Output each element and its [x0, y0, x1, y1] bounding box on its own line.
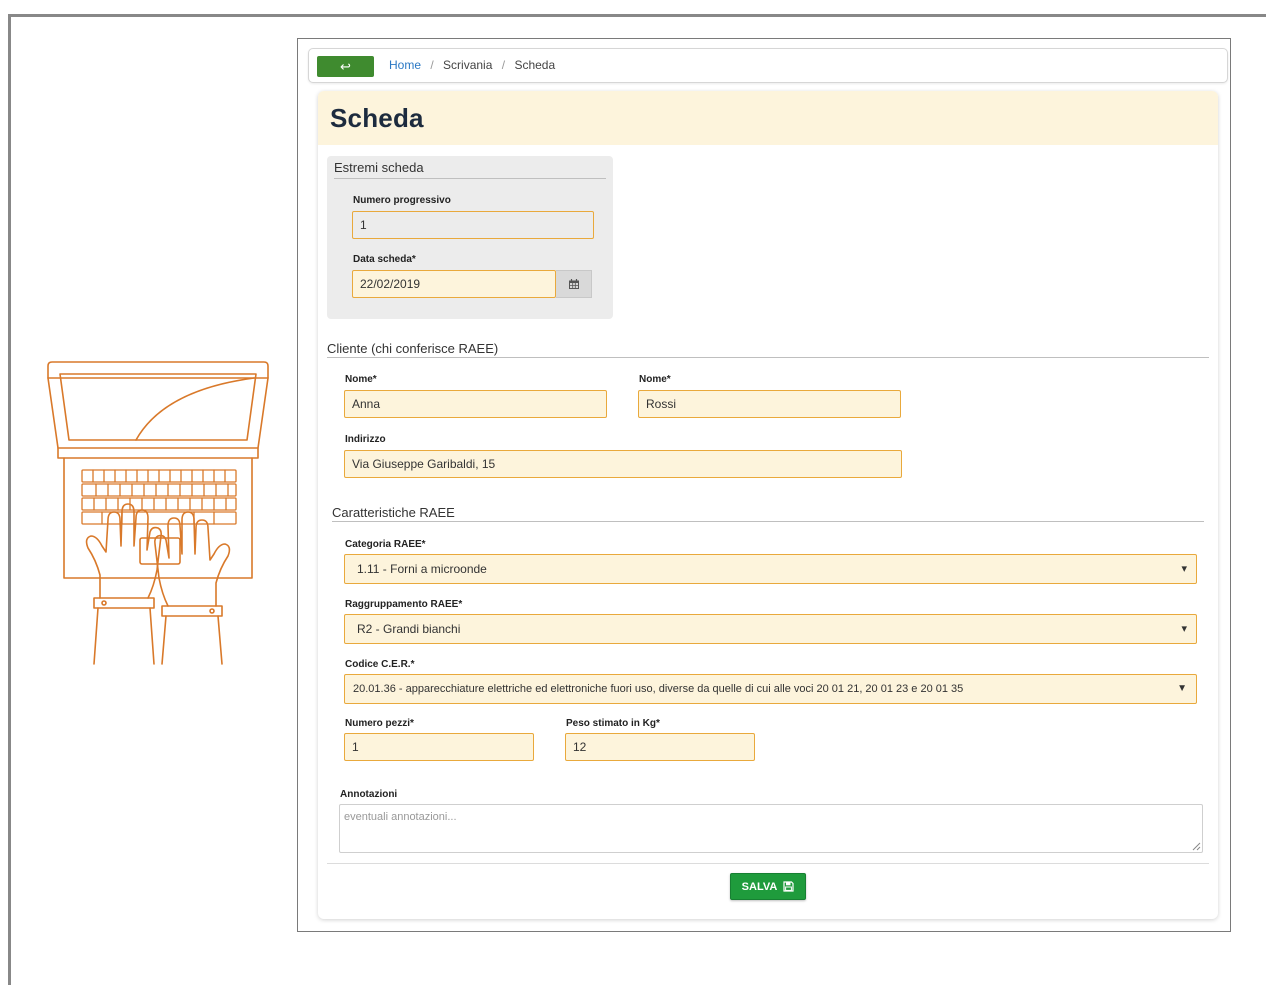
- laptop-typing-hands-icon: [47, 361, 269, 665]
- peso-stimato-label: Peso stimato in Kg*: [566, 718, 660, 729]
- numero-progressivo-field[interactable]: [352, 211, 594, 239]
- numero-progressivo-label: Numero progressivo: [353, 195, 451, 206]
- raee-legend: Caratteristiche RAEE: [332, 505, 455, 520]
- caret-down-icon: ▾: [1181, 563, 1187, 575]
- caret-down-icon: ▾: [1181, 623, 1187, 635]
- categoria-raee-value: 1.11 - Forni a microonde: [357, 562, 487, 576]
- breadcrumb-separator: /: [501, 58, 506, 72]
- app-window: ↩ Home / Scrivania / Scheda Scheda Estre…: [297, 38, 1231, 932]
- categoria-raee-select[interactable]: 1.11 - Forni a microonde ▾: [344, 554, 1197, 584]
- cliente-divider: [327, 357, 1209, 358]
- calendar-icon: [568, 279, 579, 289]
- numero-pezzi-field[interactable]: [344, 733, 534, 761]
- back-arrow-icon: ↩: [340, 59, 351, 74]
- cliente-legend: Cliente (chi conferisce RAEE): [327, 341, 499, 356]
- calendar-button[interactable]: [556, 270, 592, 298]
- nome-field[interactable]: [344, 390, 607, 418]
- scheda-form-card: Scheda Estremi scheda Numero progressivo…: [318, 91, 1218, 919]
- cognome-label: Nome*: [639, 374, 671, 385]
- categoria-raee-label: Categoria RAEE*: [345, 539, 426, 550]
- breadcrumb-current: Scheda: [514, 58, 556, 72]
- estremi-scheda-panel: Estremi scheda Numero progressivo Data s…: [327, 156, 613, 319]
- data-scheda-field[interactable]: [352, 270, 556, 298]
- raggruppamento-raee-value: R2 - Grandi bianchi: [357, 622, 461, 636]
- annotazioni-label: Annotazioni: [340, 789, 398, 800]
- breadcrumb: Home / Scrivania / Scheda: [389, 58, 555, 72]
- codice-cer-label: Codice C.E.R.*: [345, 659, 415, 670]
- cognome-field[interactable]: [638, 390, 901, 418]
- indirizzo-label: Indirizzo: [345, 434, 386, 445]
- peso-stimato-field[interactable]: [565, 733, 755, 761]
- data-scheda-label: Data scheda*: [353, 254, 416, 265]
- raee-divider: [332, 521, 1204, 522]
- floppy-disk-icon: [783, 881, 794, 892]
- codice-cer-select[interactable]: 20.01.36 - apparecchiature elettriche ed…: [344, 674, 1197, 704]
- save-button[interactable]: SALVA: [730, 873, 806, 900]
- codice-cer-value: 20.01.36 - apparecchiature elettriche ed…: [353, 683, 964, 695]
- indirizzo-field[interactable]: [344, 450, 902, 478]
- actions-divider: [327, 863, 1209, 864]
- breadcrumb-separator: /: [430, 58, 434, 72]
- caret-down-icon: ▼: [1177, 683, 1187, 694]
- page-title: Scheda: [330, 103, 424, 133]
- raggruppamento-raee-select[interactable]: R2 - Grandi bianchi ▾: [344, 614, 1197, 644]
- resize-grip-icon[interactable]: [1191, 841, 1201, 851]
- estremi-legend: Estremi scheda: [334, 160, 424, 175]
- estremi-divider: [334, 178, 606, 179]
- top-navigation-bar: ↩ Home / Scrivania / Scheda: [308, 48, 1228, 83]
- card-header: Scheda: [318, 91, 1218, 145]
- raggruppamento-raee-label: Raggruppamento RAEE*: [345, 599, 463, 610]
- numero-pezzi-label: Numero pezzi*: [345, 718, 414, 729]
- save-button-label: SALVA: [741, 880, 778, 893]
- annotazioni-textarea[interactable]: [339, 804, 1203, 853]
- breadcrumb-home-link[interactable]: Home: [389, 58, 421, 72]
- nome-label: Nome*: [345, 374, 377, 385]
- breadcrumb-scrivania[interactable]: Scrivania: [443, 58, 492, 72]
- back-button[interactable]: ↩: [317, 56, 374, 77]
